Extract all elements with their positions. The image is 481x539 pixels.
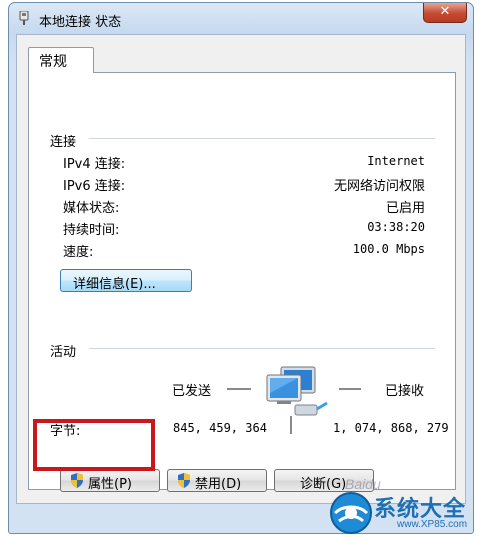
details-button[interactable]: 详细信息(E)... [60,269,192,292]
activity-divider [89,348,435,350]
status-dialog: 本地连接 状态 ✕ 常规 连接 IPv4 连接: Internet IPv6 连… [8,2,474,534]
duration-value: 03:38:20 [367,220,425,234]
network-computers-icon [266,366,328,416]
duration-label: 持续时间: [63,223,120,238]
ipv4-value: Internet [367,154,425,168]
tab-general-label: 常规 [39,54,67,70]
speed-value: 100.0 Mbps [352,242,425,256]
sent-label: 已发送 [172,384,212,399]
properties-button-label: 属性(P) [88,477,132,492]
ipv4-label: IPv4 连接: [63,157,126,172]
uac-shield-icon [71,473,83,488]
close-button[interactable]: ✕ [423,3,467,23]
close-icon: ✕ [439,4,451,19]
properties-button[interactable]: 属性(P) [60,469,160,492]
disable-button[interactable]: 禁用(D) [167,469,267,492]
received-dash [339,388,361,390]
media-state-label: 媒体状态: [63,201,120,216]
globe-logo-icon [330,492,372,534]
site-watermark: 系统大全 www.XP85.com [329,489,479,537]
uac-shield-icon [178,473,190,488]
connector-line [290,416,292,434]
title-bar[interactable]: 本地连接 状态 ✕ [9,3,473,35]
disable-button-label: 禁用(D) [195,477,242,492]
bytes-sent-value: 845, 459, 364 [173,421,267,435]
media-state-value: 已启用 [385,201,425,216]
tab-general[interactable]: 常规 [28,47,94,73]
ipv6-value: 无网络访问权限 [333,179,425,194]
bytes-label: 字节: [50,424,81,439]
connection-divider [89,138,435,140]
details-button-label: 详细信息(E)... [73,277,156,292]
activity-section-title: 活动 [50,345,77,360]
watermark-url: www.XP85.com [397,519,468,530]
bytes-received-value: 1, 074, 868, 279 [333,421,449,435]
tab-panel: 连接 IPv4 连接: Internet IPv6 连接: 无网络访问权限 媒体… [28,72,456,492]
ipv6-label: IPv6 连接: [63,179,126,194]
received-label: 已接收 [385,384,425,399]
connection-section-title: 连接 [50,135,77,150]
dialog-client: 常规 连接 IPv4 连接: Internet IPv6 连接: 无网络访问权限… [16,34,466,504]
speed-label: 速度: [63,245,94,260]
sent-dash [227,388,251,390]
network-adapter-icon [19,11,29,25]
window-title: 本地连接 状态 [39,15,122,30]
